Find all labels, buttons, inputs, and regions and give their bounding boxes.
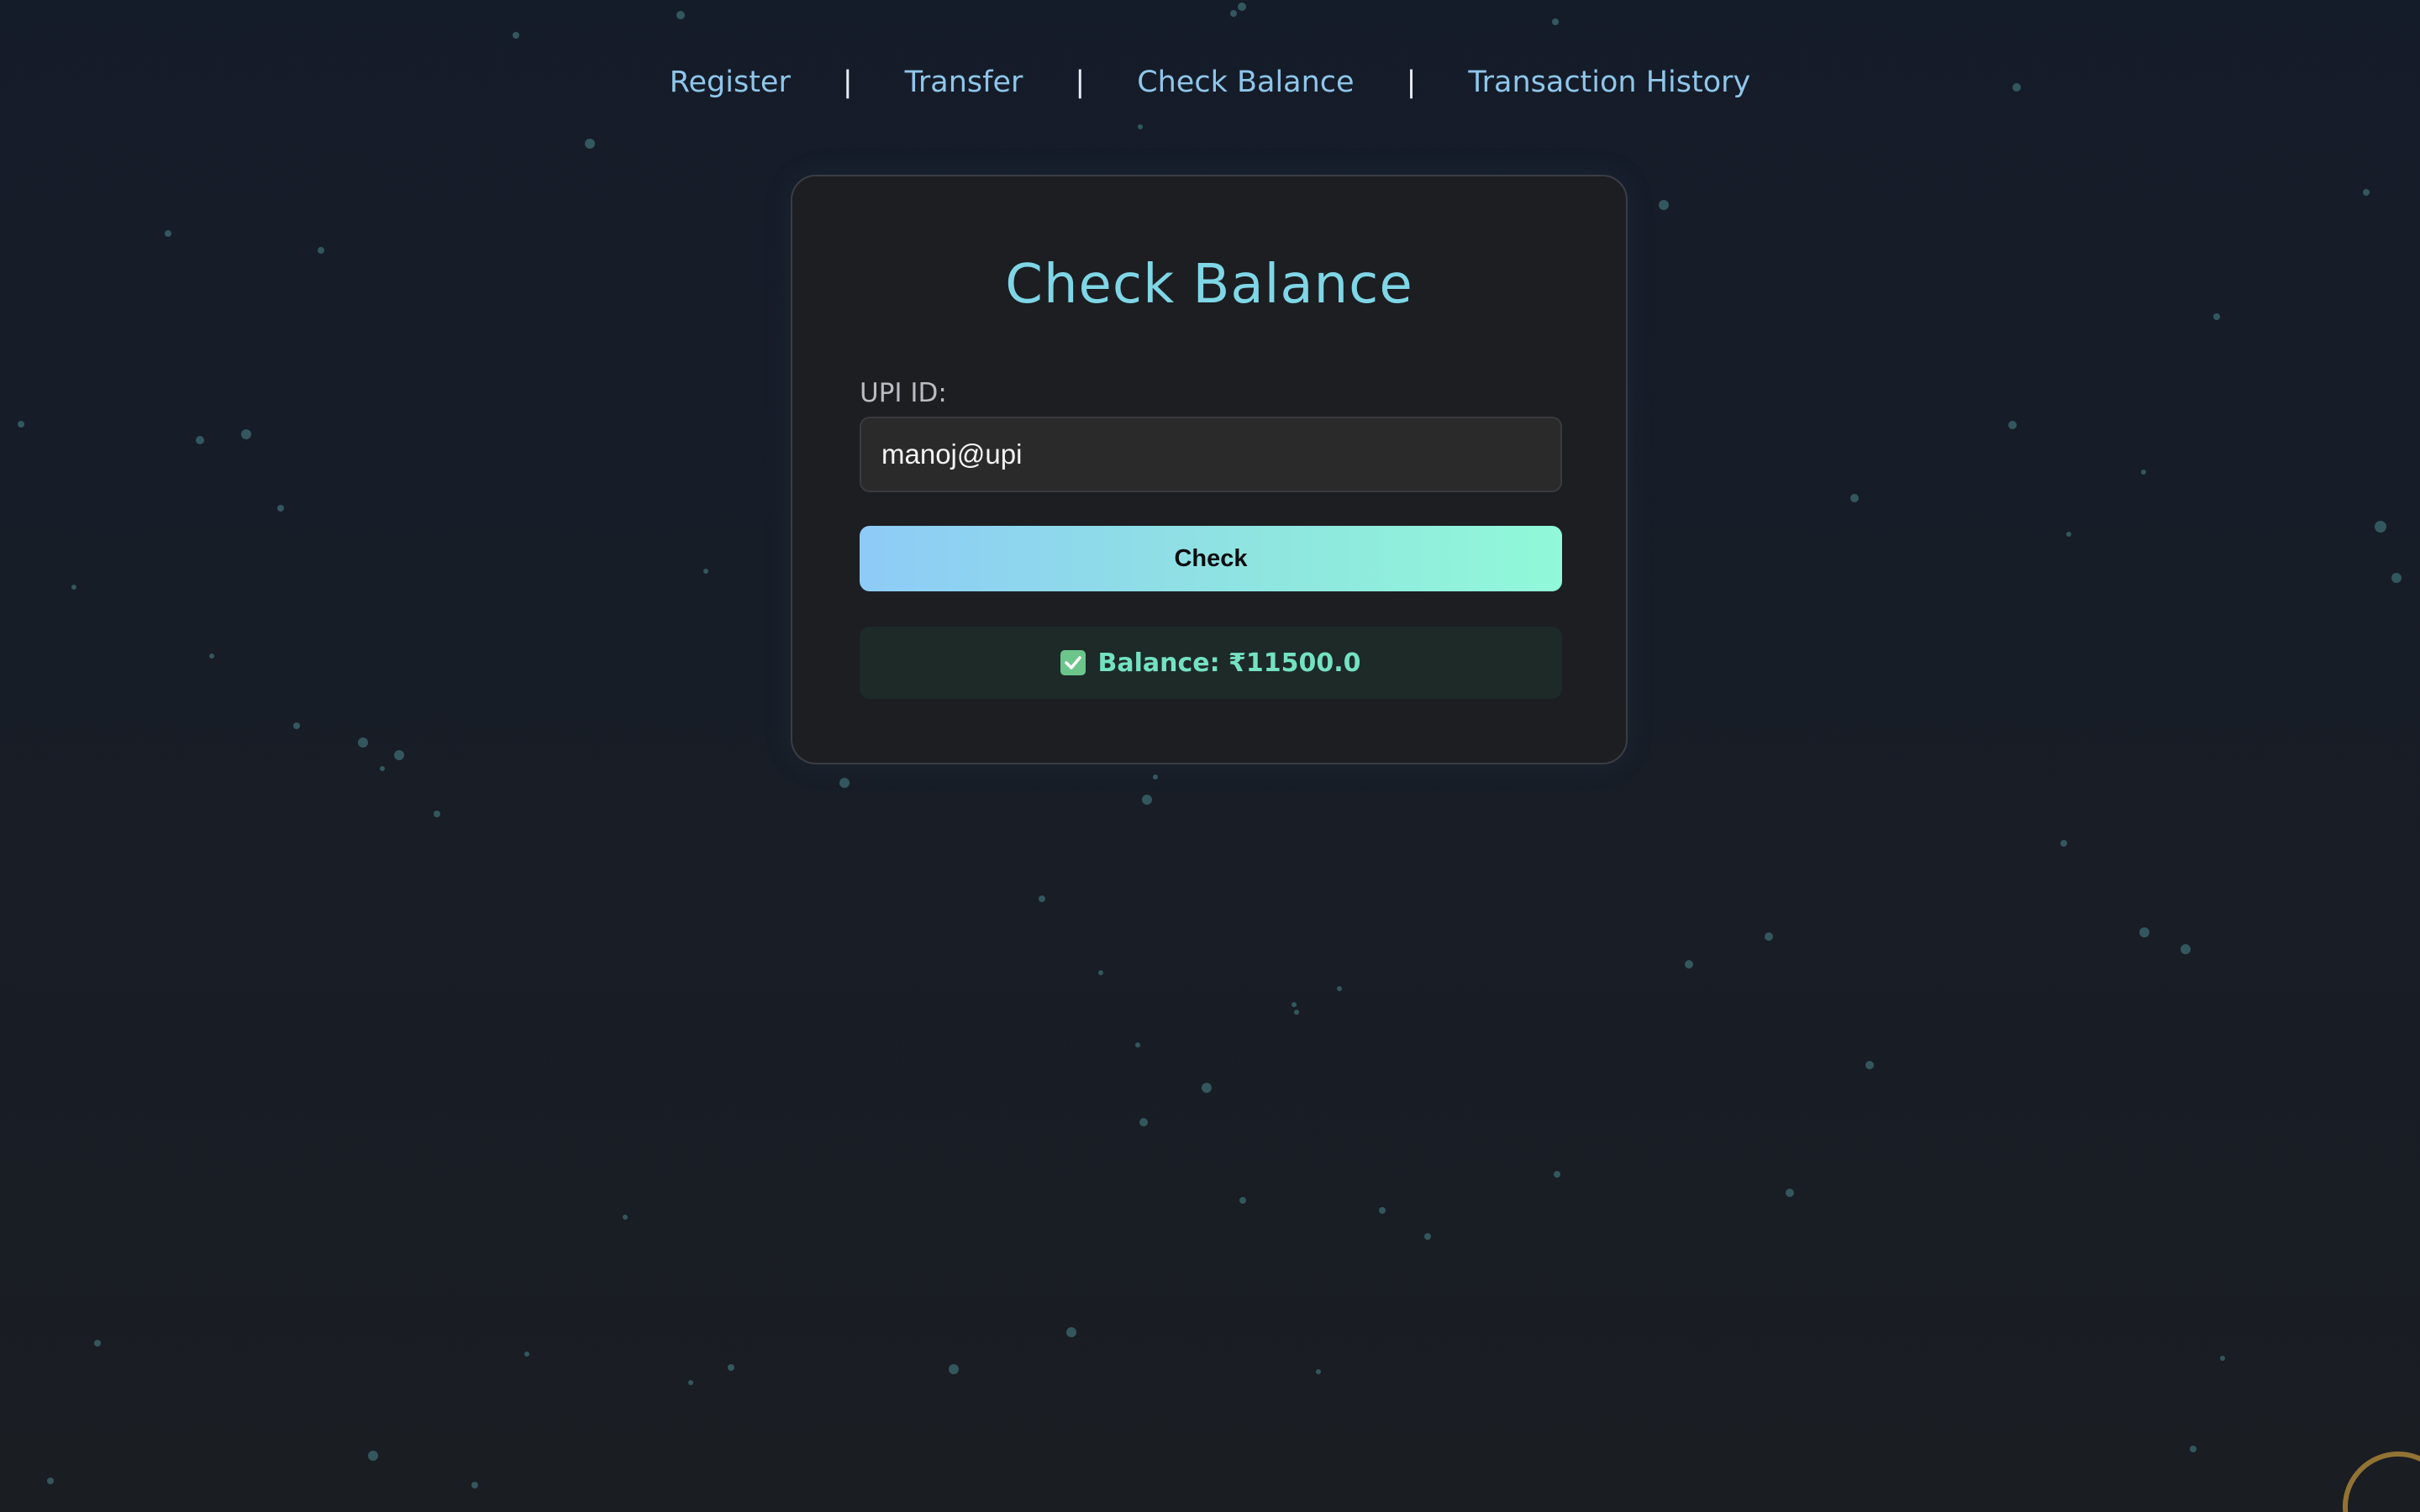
nav-link-transfer[interactable]: Transfer xyxy=(905,66,1023,99)
nav-link-transaction-history[interactable]: Transaction History xyxy=(1468,66,1750,99)
page-title: Check Balance xyxy=(1005,254,1413,316)
upi-id-label: UPI ID: xyxy=(860,378,947,408)
nav-separator: | xyxy=(1075,66,1086,99)
upi-id-input[interactable] xyxy=(860,417,1562,492)
top-navigation: Register | Transfer | Check Balance | Tr… xyxy=(0,66,2420,99)
corner-decoration xyxy=(2343,1452,2420,1512)
nav-separator: | xyxy=(1406,66,1417,99)
balance-text: Balance: ₹11500.0 xyxy=(1097,648,1361,678)
nav-link-check-balance[interactable]: Check Balance xyxy=(1137,66,1354,99)
check-box-icon xyxy=(1060,650,1086,675)
check-balance-card: Check Balance UPI ID: Check Balance: ₹11… xyxy=(791,175,1628,764)
nav-link-register[interactable]: Register xyxy=(670,66,791,99)
check-button[interactable]: Check xyxy=(860,526,1562,591)
nav-separator: | xyxy=(842,66,853,99)
balance-result: Balance: ₹11500.0 xyxy=(860,627,1562,699)
